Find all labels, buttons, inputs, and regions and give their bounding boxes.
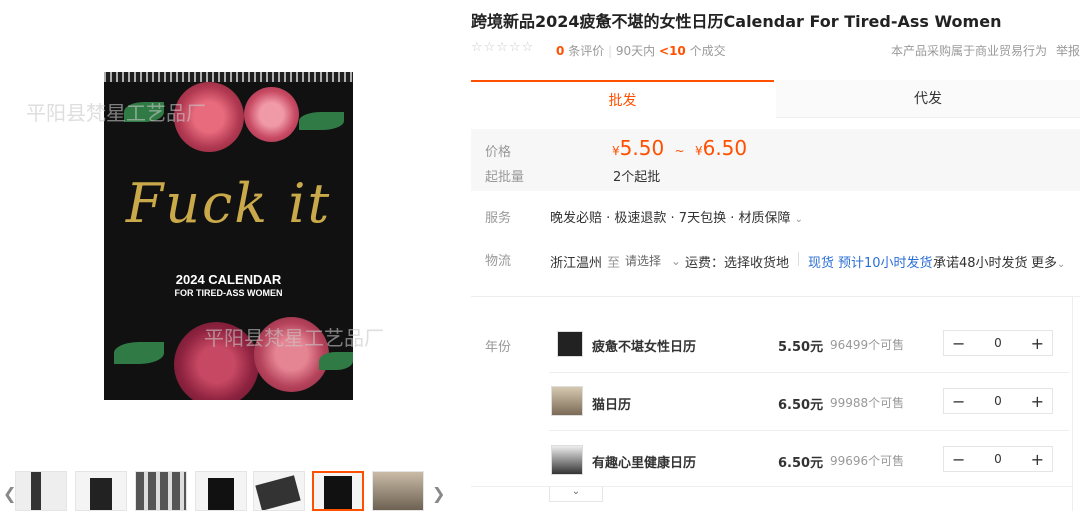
- variant-group-label: 年份: [485, 340, 512, 355]
- section-divider: [1072, 296, 1073, 511]
- leaf: [319, 352, 353, 370]
- price-label: 价格: [485, 145, 512, 160]
- row-divider: [549, 372, 1069, 373]
- thumbnail[interactable]: [75, 471, 127, 511]
- tab-dropship[interactable]: 代发: [776, 80, 1080, 118]
- more-label: 更多: [1031, 256, 1058, 271]
- ship-eta: 预计10小时发货: [838, 256, 933, 271]
- price-panel: [471, 129, 1080, 191]
- moq-label: 起批量: [485, 170, 525, 185]
- review-summary[interactable]: 0 条评价 | 90天内 <10 个成交: [556, 42, 726, 59]
- more-logistics[interactable]: 更多⌄: [1031, 252, 1065, 271]
- quantity-input[interactable]: 0: [994, 452, 1002, 466]
- review-label: 条评价: [568, 44, 605, 58]
- calendar-binding: [104, 72, 353, 82]
- product-title: 跨境新品2024疲惫不堪的女性日历Calendar For Tired-Ass …: [471, 12, 1002, 31]
- trade-note: 本产品采购属于商业贸易行为: [891, 44, 1048, 58]
- thumbnail[interactable]: [195, 471, 247, 511]
- variant-name: 猫日历: [592, 398, 632, 413]
- watermark-text: 平阳县梵星工艺品厂: [204, 326, 384, 350]
- chevron-down-icon: ⌄: [1057, 259, 1066, 270]
- variant-name: 有趣心里健康日历: [592, 456, 697, 471]
- shipping-fee: 运费：选择收货地: [685, 256, 790, 271]
- service-label: 服务: [485, 211, 512, 226]
- chevron-down-icon[interactable]: ⌄: [549, 487, 603, 502]
- quantity-stepper: − 0 +: [943, 388, 1053, 414]
- currency-symbol: ¥: [612, 144, 620, 158]
- moq-value: 2个起批: [613, 170, 661, 185]
- thumbnail[interactable]: [253, 471, 305, 511]
- thumbnail-selected[interactable]: [312, 471, 364, 511]
- leaf: [299, 112, 344, 130]
- chevron-down-icon: ⌄: [670, 254, 681, 268]
- logistics-label: 物流: [485, 254, 512, 269]
- rose-top-right: [244, 87, 299, 142]
- variant-thumbnail[interactable]: [551, 445, 583, 475]
- variant-price: 6.50元: [778, 398, 824, 413]
- quantity-stepper: − 0 +: [943, 446, 1053, 472]
- in-stock-tag: 现货: [808, 256, 835, 271]
- calendar-script-title: Fuck it: [125, 172, 332, 235]
- tab-wholesale[interactable]: 批发: [471, 80, 774, 118]
- price-separator: ~: [674, 144, 685, 158]
- calendar-subtitle: FOR TIRED-ASS WOMEN: [174, 288, 283, 298]
- rating-stars-icon: ☆☆☆☆☆: [471, 40, 535, 55]
- service-guarantees[interactable]: 晚发必赔 · 极速退款 · 7天包换 · 材质保障 ⌄: [550, 207, 803, 226]
- quantity-input[interactable]: 0: [994, 336, 1002, 350]
- minus-button[interactable]: −: [952, 334, 965, 353]
- section-divider: [471, 296, 1080, 297]
- quantity-input[interactable]: 0: [994, 394, 1002, 408]
- variant-stock: 96499个可售: [830, 338, 905, 352]
- sales-period: 90天内: [615, 44, 656, 58]
- chevron-down-icon: ⌄: [794, 214, 803, 225]
- row-divider: [549, 430, 1069, 431]
- price-min: 5.50: [619, 136, 665, 160]
- plus-button[interactable]: +: [1031, 392, 1044, 411]
- variant-price: 5.50元: [778, 340, 824, 355]
- service-value: 晚发必赔 · 极速退款 · 7天包换 · 材质保障: [550, 211, 791, 226]
- price-range: ¥5.50 ~ ¥6.50: [612, 136, 747, 160]
- ship-origin: 浙江温州: [550, 256, 603, 271]
- minus-button[interactable]: −: [952, 392, 965, 411]
- review-count: 0: [556, 44, 565, 58]
- variant-thumbnail[interactable]: [557, 331, 583, 357]
- destination-placeholder: 请选择: [625, 254, 662, 268]
- leaf: [114, 342, 164, 364]
- currency-symbol: ¥: [694, 144, 703, 158]
- chevron-right-icon[interactable]: ❯: [432, 484, 445, 503]
- plus-button[interactable]: +: [1031, 334, 1044, 353]
- watermark-text: 平阳县梵星工艺品厂: [26, 101, 206, 125]
- quantity-stepper: − 0 +: [943, 330, 1053, 356]
- calendar-year: 2024 CALENDAR: [175, 272, 282, 287]
- plus-button[interactable]: +: [1031, 450, 1044, 469]
- variant-thumbnail[interactable]: [551, 386, 583, 416]
- ship-to: 至: [607, 256, 621, 271]
- ship-promise: 承诺48小时发货: [933, 256, 1028, 271]
- sales-count: <10: [659, 44, 686, 58]
- divider: [798, 252, 799, 266]
- variant-name: 疲惫不堪女性日历: [592, 340, 697, 355]
- variant-price: 6.50元: [778, 456, 824, 471]
- minus-button[interactable]: −: [952, 450, 965, 469]
- sales-unit: 个成交: [689, 44, 726, 58]
- thumbnail[interactable]: [135, 471, 187, 511]
- variant-stock: 99696个可售: [830, 454, 905, 468]
- meta-divider: |: [608, 44, 613, 58]
- thumbnail[interactable]: [372, 471, 424, 511]
- thumbnail[interactable]: [15, 471, 67, 511]
- report-link[interactable]: 举报: [1056, 42, 1080, 59]
- destination-select[interactable]: 请选择 ⌄: [625, 252, 681, 269]
- price-max: 6.50: [702, 136, 748, 160]
- variant-stock: 99988个可售: [830, 396, 905, 410]
